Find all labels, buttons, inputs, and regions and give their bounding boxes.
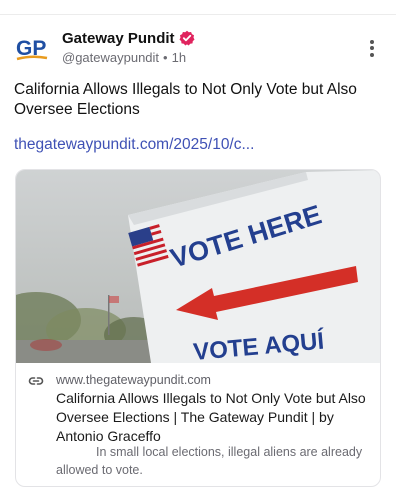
post-text: California Allows Illegals to Not Only V… [14, 81, 357, 118]
author-info: Gateway Pundit @gatewaypundit • 1h [62, 28, 195, 65]
post-timestamp[interactable]: 1h [172, 50, 186, 65]
card-title[interactable]: California Allows Illegals to Not Only V… [56, 389, 374, 446]
post-header: GP Gateway Pundit @gatewaypundit • 1h [14, 28, 384, 68]
author-display-name[interactable]: Gateway Pundit [62, 30, 175, 47]
meta-separator: • [163, 50, 168, 65]
post-link[interactable]: thegatewaypundit.com/2025/10/c... [14, 136, 254, 154]
avatar[interactable]: GP [14, 30, 50, 66]
author-handle[interactable]: @gatewaypundit [62, 50, 159, 65]
link-icon [28, 377, 44, 385]
card-domain: www.thegatewaypundit.com [56, 373, 211, 387]
link-preview-card[interactable]: VOTE HERE VOTE AQUÍ www.thegatewaypundit… [15, 169, 381, 487]
verified-badge-icon [179, 30, 195, 46]
more-vertical-icon[interactable] [362, 38, 382, 58]
card-description: In small local elections, illegal aliens… [56, 445, 363, 477]
top-divider [0, 14, 396, 15]
card-body: www.thegatewaypundit.com California Allo… [16, 363, 380, 486]
card-image[interactable]: VOTE HERE VOTE AQUÍ [16, 170, 381, 363]
